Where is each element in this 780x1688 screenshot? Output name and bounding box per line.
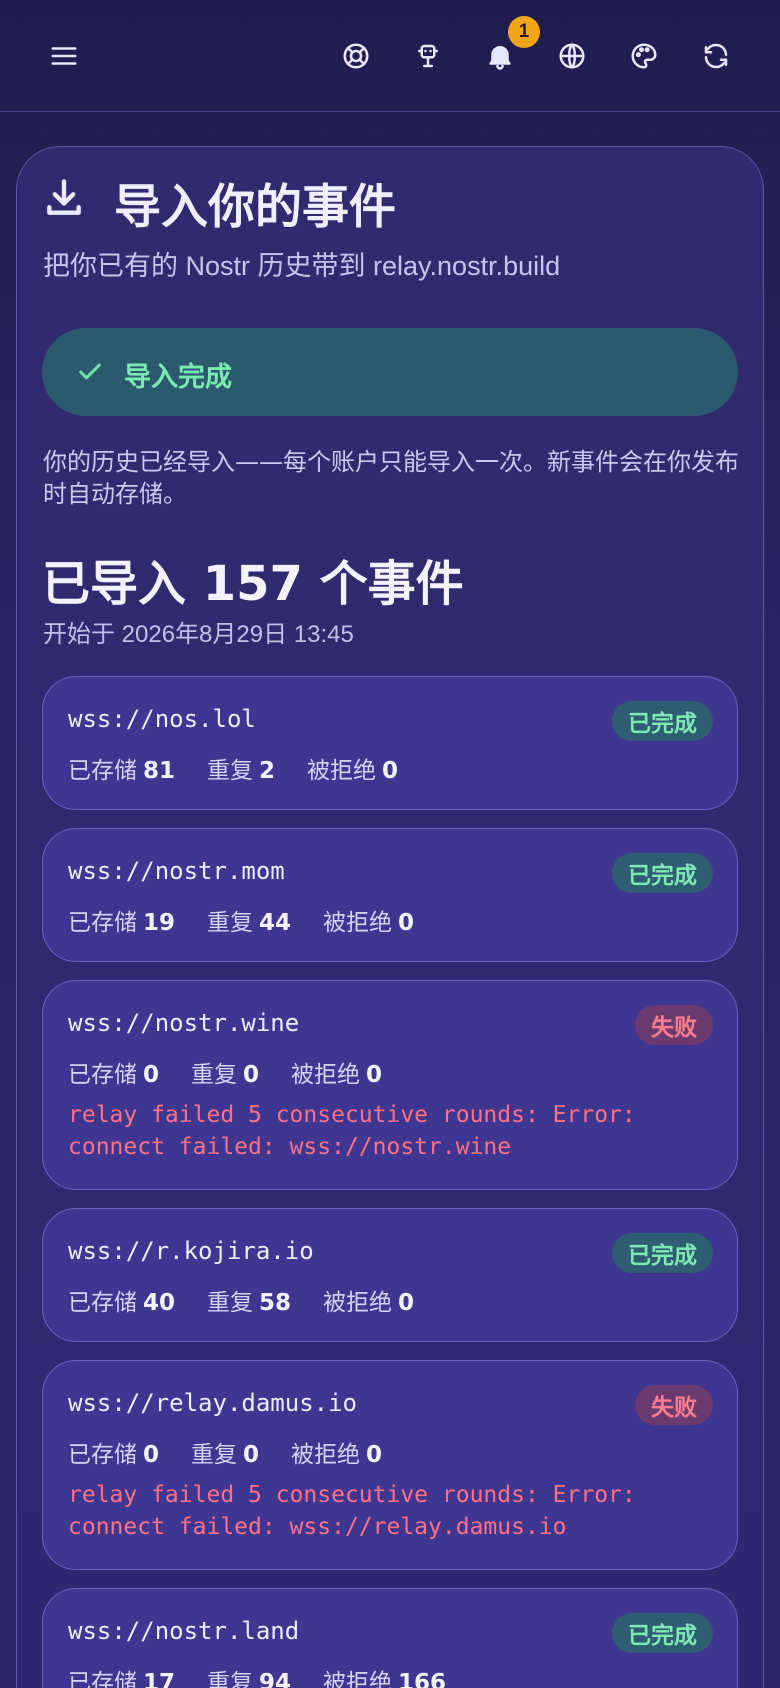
status-badge: 失败 — [635, 1385, 713, 1425]
rejected-value: 0 — [398, 1290, 415, 1316]
status-badge: 已完成 — [612, 701, 713, 741]
rejected-label: 被拒绝 — [291, 1442, 361, 1468]
status-label: 导入完成 — [124, 362, 232, 393]
stored-label: 已存储 — [68, 1442, 137, 1468]
relay-stats: 已存储 17 重复 94 被拒绝 166 — [68, 1663, 446, 1688]
duplicate-value: 94 — [259, 1670, 292, 1688]
duplicate-value: 0 — [243, 1062, 260, 1088]
stored-value: 17 — [143, 1670, 176, 1688]
stored-value: 0 — [143, 1442, 160, 1468]
relay-url: wss://nostr.wine — [68, 1009, 300, 1037]
status-badge: 已完成 — [612, 853, 713, 893]
relay-url: wss://relay.damus.io — [68, 1389, 357, 1417]
status-badge: 失败 — [635, 1005, 713, 1045]
stored-label: 已存储 — [68, 758, 137, 784]
palette-icon[interactable] — [624, 36, 664, 76]
relay-url: wss://nostr.mom — [68, 857, 285, 885]
check-icon — [79, 363, 101, 380]
relay-stats: 已存储 0 重复 0 被拒绝 0 — [68, 1435, 382, 1469]
globe-icon[interactable] — [552, 36, 592, 76]
download-icon — [42, 176, 86, 220]
relay-stats: 已存储 40 重复 58 被拒绝 0 — [68, 1283, 414, 1317]
stored-value: 40 — [143, 1290, 176, 1316]
rejected-label: 被拒绝 — [323, 910, 393, 936]
stored-label: 已存储 — [68, 1290, 137, 1316]
refresh-icon[interactable] — [696, 36, 736, 76]
page-title: 导入你的事件 — [114, 180, 396, 235]
duplicate-label: 重复 — [207, 758, 254, 784]
rejected-label: 被拒绝 — [291, 1062, 361, 1088]
relay-card: wss://nos.lol 已完成 已存储 81 重复 2 被拒绝 0 — [42, 676, 738, 810]
relay-url: wss://nos.lol — [68, 705, 256, 733]
imported-count: 已导入 157 个事件 — [42, 556, 464, 612]
error-message: relay failed 5 consecutive rounds: Error… — [68, 1482, 636, 1540]
robot-icon[interactable] — [408, 36, 448, 76]
relay-card: wss://nostr.mom 已完成 已存储 19 重复 44 被拒绝 0 — [42, 828, 738, 962]
rejected-value: 0 — [382, 758, 399, 784]
stored-value: 81 — [143, 758, 176, 784]
stored-label: 已存储 — [68, 1670, 137, 1688]
relay-card: wss://relay.damus.io 失败 已存储 0 重复 0 被拒绝 0 re… — [42, 1360, 738, 1570]
support-icon[interactable] — [336, 36, 376, 76]
relay-stats: 已存储 19 重复 44 被拒绝 0 — [68, 903, 414, 937]
duplicate-value: 44 — [259, 910, 292, 936]
status-badge: 已完成 — [612, 1233, 713, 1273]
relay-stats: 已存储 81 重复 2 被拒绝 0 — [68, 751, 398, 785]
duplicate-value: 0 — [243, 1442, 260, 1468]
error-message: relay failed 5 consecutive rounds: Error… — [68, 1102, 636, 1160]
started-at: 开始于 2026年8月29日 13:45 — [43, 621, 354, 648]
duplicate-label: 重复 — [207, 1290, 254, 1316]
duplicate-label: 重复 — [207, 910, 254, 936]
relay-url: wss://r.kojira.io — [68, 1237, 314, 1265]
rejected-label: 被拒绝 — [323, 1670, 393, 1688]
duplicate-label: 重复 — [207, 1670, 254, 1688]
rejected-value: 0 — [398, 910, 415, 936]
rejected-value: 0 — [366, 1442, 383, 1468]
stored-label: 已存储 — [68, 1062, 137, 1088]
rejected-label: 被拒绝 — [307, 758, 377, 784]
stored-value: 0 — [143, 1062, 160, 1088]
rejected-value: 166 — [398, 1670, 447, 1688]
relay-stats: 已存储 0 重复 0 被拒绝 0 — [68, 1055, 382, 1089]
relay-card: wss://r.kojira.io 已完成 已存储 40 重复 58 被拒绝 0 — [42, 1208, 738, 1342]
rejected-value: 0 — [366, 1062, 383, 1088]
relay-card: wss://nostr.wine 失败 已存储 0 重复 0 被拒绝 0 relay … — [42, 980, 738, 1190]
stored-value: 19 — [143, 910, 176, 936]
import-description: 你的历史已经导入——每个账户只能导入一次。新事件会在你发布时自动存储。 — [43, 448, 739, 508]
menu-icon[interactable] — [44, 36, 84, 76]
top-bar: 1 — [0, 0, 780, 112]
duplicate-value: 58 — [259, 1290, 292, 1316]
duplicate-label: 重复 — [191, 1442, 238, 1468]
relay-url: wss://nostr.land — [68, 1617, 300, 1645]
stored-label: 已存储 — [68, 910, 137, 936]
duplicate-label: 重复 — [191, 1062, 238, 1088]
notification-badge: 1 — [508, 16, 540, 48]
relay-card: wss://nostr.land 已完成 已存储 17 重复 94 被拒绝 166 — [42, 1588, 738, 1688]
duplicate-value: 2 — [259, 758, 276, 784]
status-banner: 导入完成 — [42, 328, 738, 416]
page-subtitle: 把你已有的 Nostr 历史带到 relay.nostr.build — [43, 251, 561, 281]
rejected-label: 被拒绝 — [323, 1290, 393, 1316]
status-badge: 已完成 — [612, 1613, 713, 1653]
